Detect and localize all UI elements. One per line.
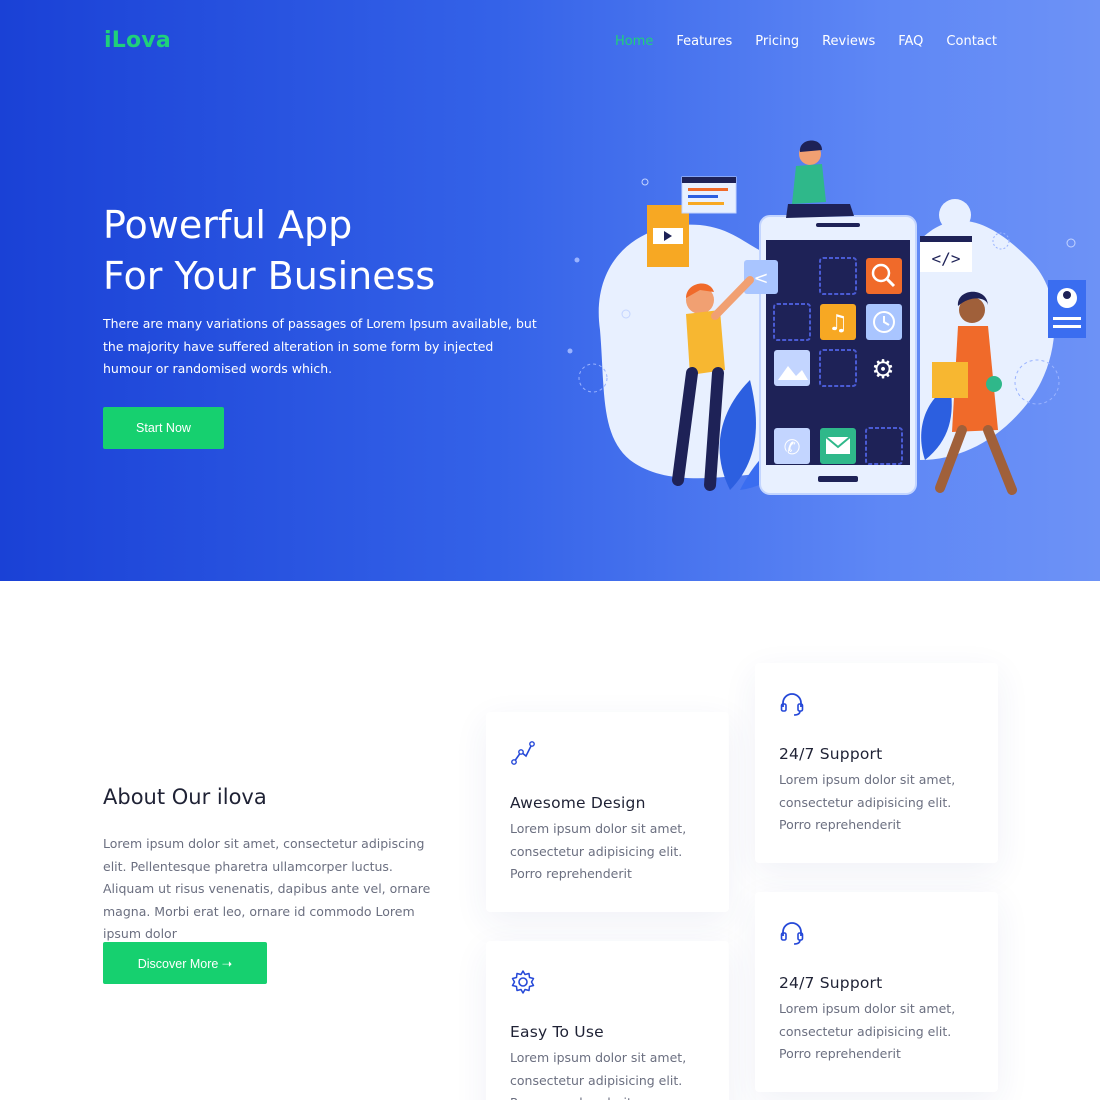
hero-section: iLova Home Features Pricing Reviews FAQ … (0, 0, 1100, 581)
feature-description: Lorem ipsum dolor sit amet, consectetur … (779, 772, 956, 832)
browser-line (688, 202, 724, 205)
music-note-icon: ♫ (828, 311, 848, 336)
hero-title: Powerful App For Your Business (103, 200, 573, 302)
nav-item-contact[interactable]: Contact (946, 34, 997, 49)
browser-window-bar (682, 177, 736, 183)
woman-top-hair (799, 140, 822, 152)
feature-description: Lorem ipsum dolor sit amet, consectetur … (510, 1050, 687, 1100)
main-nav: Home Features Pricing Reviews FAQ Contac… (592, 34, 997, 49)
feature-title: Awesome Design (510, 794, 646, 812)
man-shirt (686, 310, 725, 375)
contact-line (1053, 317, 1081, 320)
feature-title: 24/7 Support (779, 745, 883, 763)
phone-icon: ✆ (784, 435, 801, 459)
hero-description: There are many variations of passages of… (103, 316, 537, 376)
discover-more-button[interactable]: Discover More ➝ (103, 942, 267, 984)
browser-line (688, 188, 728, 191)
avatar-icon-head (1063, 291, 1071, 299)
woman-bag (986, 376, 1002, 392)
feature-card-support-2: 24/7 Support Lorem ipsum dolor sit amet,… (755, 892, 998, 1092)
woman-box (932, 362, 968, 398)
nav-item-faq[interactable]: FAQ (898, 34, 923, 49)
hero-title-line-2: For Your Business (103, 254, 436, 298)
woman-top-body (792, 164, 826, 204)
share-icon: < (753, 268, 768, 289)
woman-top-legs (786, 204, 854, 218)
headset-icon (780, 922, 804, 945)
feature-description: Lorem ipsum dolor sit amet, consectetur … (510, 821, 687, 881)
about-title: About Our ilova (103, 785, 267, 809)
contact-line (1053, 325, 1081, 328)
headset-icon (780, 693, 804, 716)
hero-illustration: ♫ ⚙ ✆ < </> (567, 140, 1086, 495)
phone-home-bar (818, 476, 858, 482)
app-image-icon (774, 350, 810, 386)
code-window-bar (920, 236, 972, 242)
blob-bubble (939, 199, 971, 231)
app-placeholder (865, 427, 903, 465)
about-description: Lorem ipsum dolor sit amet, consectetur … (103, 836, 431, 941)
browser-line (688, 195, 718, 198)
logo[interactable]: iLova (104, 28, 171, 53)
deco-dot-5 (1066, 238, 1076, 248)
man-leg (704, 367, 724, 491)
nav-item-features[interactable]: Features (676, 34, 732, 49)
gears-icon: ⚙ (871, 355, 894, 385)
code-icon: </> (932, 249, 961, 268)
feature-title: 24/7 Support (779, 974, 883, 992)
gear-icon (511, 970, 535, 994)
feature-card-support: 24/7 Support Lorem ipsum dolor sit amet,… (755, 663, 998, 863)
nav-item-pricing[interactable]: Pricing (755, 34, 799, 49)
deco-dot-1 (641, 178, 649, 186)
deco-dot-2 (574, 257, 580, 263)
phone-speaker (816, 223, 860, 227)
deco-dot-4 (567, 348, 573, 354)
woman-leg (983, 425, 1017, 495)
feature-card-easy-to-use: Easy To Use Lorem ipsum dolor sit amet, … (486, 941, 729, 1100)
bezier-pen-icon (511, 741, 535, 765)
feature-card-awesome-design: Awesome Design Lorem ipsum dolor sit ame… (486, 712, 729, 912)
feature-description: Lorem ipsum dolor sit amet, consectetur … (779, 1001, 956, 1061)
feature-title: Easy To Use (510, 1023, 604, 1041)
start-now-button[interactable]: Start Now (103, 407, 224, 449)
nav-item-home[interactable]: Home (615, 34, 653, 49)
nav-item-reviews[interactable]: Reviews (822, 34, 875, 49)
hero-title-line-1: Powerful App (103, 203, 353, 247)
app-search-icon (866, 258, 902, 294)
